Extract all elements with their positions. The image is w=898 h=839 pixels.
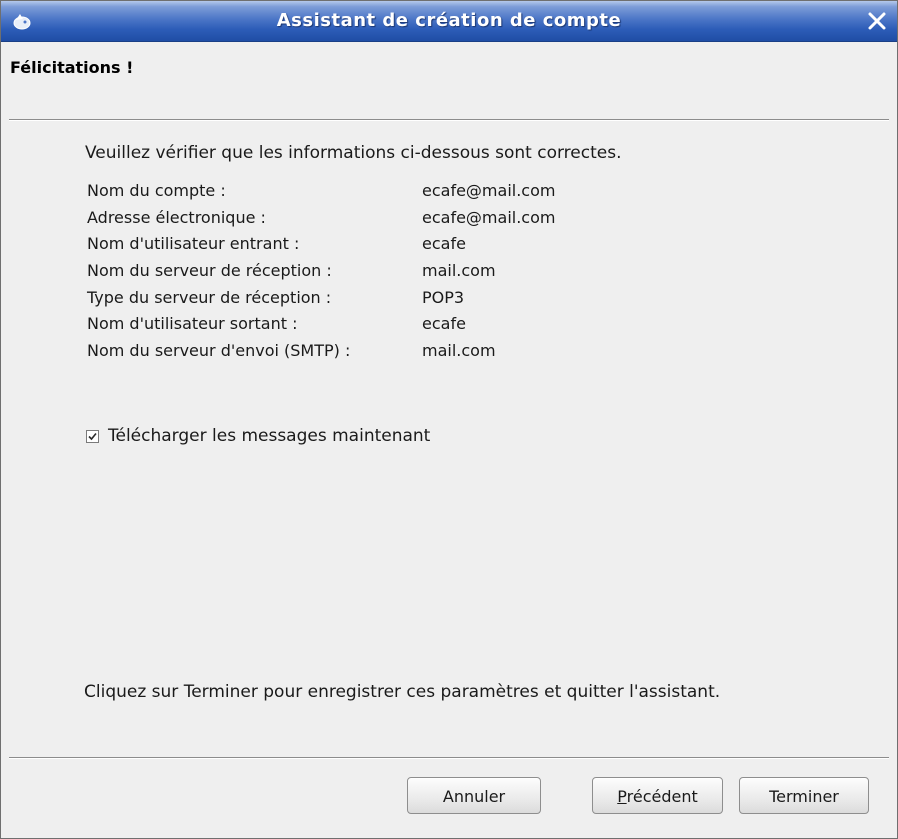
info-value: mail.com <box>422 261 496 281</box>
previous-button-mnemonic: P <box>617 787 627 806</box>
info-value: POP3 <box>422 287 465 307</box>
info-label: Adresse électronique : <box>87 207 266 227</box>
finish-instructions: Cliquez sur Terminer pour enregistrer ce… <box>84 682 721 702</box>
info-value: ecafe@mail.com <box>422 207 556 227</box>
info-value: ecafe@mail.com <box>422 181 556 200</box>
info-value: ecafe <box>422 314 466 334</box>
info-label: Nom d'utilisateur entrant : <box>87 234 300 254</box>
previous-button[interactable]: Précédent <box>592 777 723 814</box>
info-label: Nom du serveur d'envoi (SMTP) : <box>87 341 351 361</box>
info-value: mail.com <box>422 341 496 361</box>
close-icon[interactable] <box>865 9 889 33</box>
cancel-button[interactable]: Annuler <box>407 777 541 814</box>
info-label: Nom du serveur de réception : <box>87 261 332 281</box>
account-wizard-window: Assistant de création de compte Félicita… <box>0 0 898 839</box>
info-label: Type du serveur de réception : <box>87 287 332 307</box>
window-title: Assistant de création de compte <box>276 10 622 31</box>
app-icon[interactable] <box>11 11 33 31</box>
footer-separator <box>9 757 889 759</box>
info-value: ecafe <box>422 234 466 254</box>
info-label: Nom du compte : <box>87 181 226 200</box>
info-label: Nom d'utilisateur sortant : <box>87 314 298 334</box>
header-separator <box>9 119 889 121</box>
previous-button-label: récédent <box>626 787 698 806</box>
finish-button[interactable]: Terminer <box>739 777 869 814</box>
download-messages-label[interactable]: Télécharger les messages maintenant <box>108 426 430 446</box>
wizard-header: Félicitations ! <box>1 42 897 119</box>
title-bar[interactable]: Assistant de création de compte <box>1 1 897 42</box>
checkmark-icon <box>88 432 97 441</box>
download-messages-checkbox[interactable] <box>86 430 99 443</box>
intro-text: Veuillez vérifier que les informations c… <box>85 143 622 163</box>
page-title: Félicitations ! <box>10 58 134 77</box>
